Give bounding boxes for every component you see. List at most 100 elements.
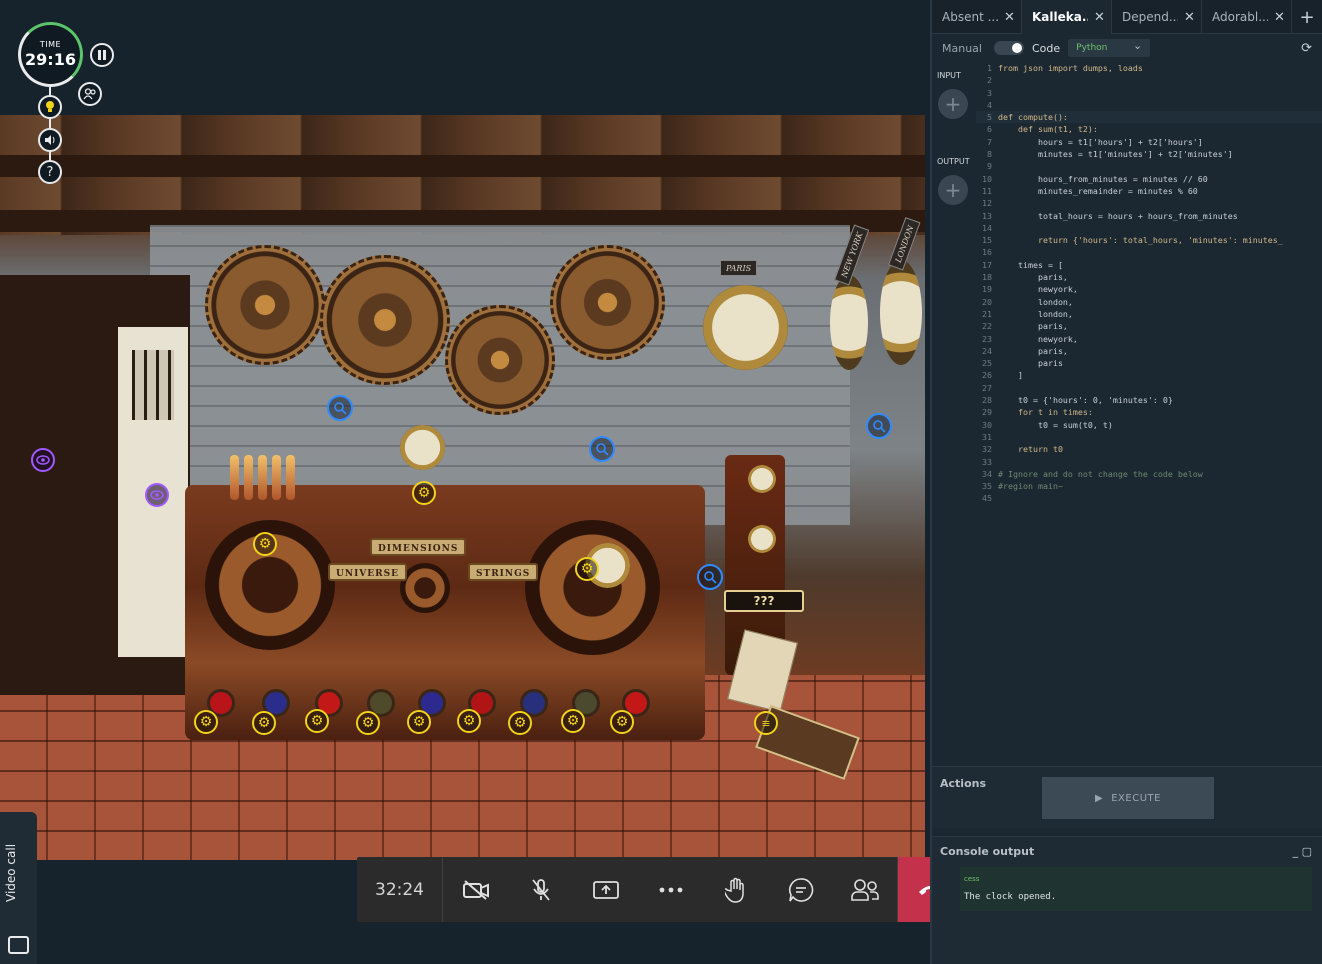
code-line[interactable]: 10 hours_from_minutes = minutes // 60: [976, 173, 1322, 185]
share-screen-button[interactable]: [573, 857, 638, 922]
code-line[interactable]: 33: [976, 456, 1322, 468]
code-text: return t0: [998, 444, 1063, 455]
code-line[interactable]: 5 def compute():: [976, 111, 1322, 124]
line-number: 31: [982, 431, 992, 442]
right-dial: [525, 520, 660, 655]
gear-hotspot[interactable]: ⚙: [253, 532, 277, 556]
search-hotspot[interactable]: [327, 395, 353, 421]
code-line[interactable]: 1 from json import dumps, loads: [976, 62, 1322, 74]
tab-adorabl[interactable]: Adorabl... ✕: [1202, 0, 1292, 34]
tab-depend[interactable]: Depend... ✕: [1112, 0, 1202, 34]
magnifier-icon: [873, 420, 886, 433]
gear-hotspot[interactable]: ⚙: [194, 710, 218, 734]
machine-clock: [400, 425, 445, 470]
gear-hotspot[interactable]: ⚙: [508, 711, 532, 735]
code-line[interactable]: 6 def sum(t1, t2):: [976, 123, 1322, 135]
code-line[interactable]: 19 newyork,: [976, 283, 1322, 295]
gear-hotspot[interactable]: ⚙: [457, 709, 481, 733]
gear-hotspot[interactable]: ⚙: [252, 711, 276, 735]
gear-hotspot[interactable]: ⚙: [305, 709, 329, 733]
participants-button[interactable]: [833, 857, 898, 922]
code-line[interactable]: 21 london,: [976, 308, 1322, 320]
code-line[interactable]: 29 for t in times:: [976, 406, 1322, 418]
code-line[interactable]: 12: [976, 197, 1322, 209]
team-button[interactable]: [78, 82, 102, 106]
code-line[interactable]: 23 newyork,: [976, 333, 1322, 345]
gear-hotspot[interactable]: ⚙: [407, 710, 431, 734]
code-line[interactable]: 14: [976, 222, 1322, 234]
code-line[interactable]: 35 #region main~: [976, 480, 1322, 492]
eye-hotspot[interactable]: [145, 483, 169, 507]
gear-hotspot[interactable]: ⚙: [610, 710, 634, 734]
code-line[interactable]: 24 paris,: [976, 345, 1322, 357]
code-line[interactable]: 31: [976, 431, 1322, 443]
add-input-button[interactable]: +: [938, 89, 968, 119]
code-line[interactable]: 17 times = [: [976, 259, 1322, 271]
camera-toggle-button[interactable]: [443, 857, 508, 922]
add-output-button[interactable]: +: [938, 175, 968, 205]
coins-hotspot[interactable]: ≡: [754, 711, 778, 735]
code-line[interactable]: 15 return {'hours': total_hours, 'minute…: [976, 234, 1322, 246]
wall-gear: [445, 305, 555, 415]
code-line[interactable]: 9: [976, 160, 1322, 172]
code-line[interactable]: 32 return t0: [976, 443, 1322, 455]
add-tab-button[interactable]: +: [1292, 0, 1322, 34]
code-line[interactable]: 25 paris: [976, 357, 1322, 369]
code-line[interactable]: 11 minutes_remainder = minutes % 60: [976, 185, 1322, 197]
code-line[interactable]: 4: [976, 99, 1322, 111]
gear-hotspot[interactable]: ⚙: [412, 481, 436, 505]
code-line[interactable]: 7 hours = t1['hours'] + t2['hours']: [976, 136, 1322, 148]
output-label: OUTPUT: [937, 157, 970, 166]
code-editor[interactable]: 1 from json import dumps, loads 2 3 4 5 def co…: [976, 62, 1322, 759]
execute-button[interactable]: ▶ EXECUTE: [1042, 777, 1214, 819]
code-line[interactable]: 13 total_hours = hours + hours_from_minu…: [976, 210, 1322, 222]
code-line[interactable]: 22 paris,: [976, 320, 1322, 332]
code-line[interactable]: 27: [976, 382, 1322, 394]
sound-button[interactable]: [38, 128, 62, 152]
gear-hotspot[interactable]: ⚙: [575, 557, 599, 581]
glass-tube: [244, 455, 253, 500]
search-hotspot[interactable]: [866, 413, 892, 439]
code-line[interactable]: 34 # Ignore and do not change the code be…: [976, 468, 1322, 480]
line-number: 28: [982, 395, 992, 406]
tab-absent[interactable]: Absent ... ✕: [932, 0, 1022, 34]
video-call-tab[interactable]: Video call: [0, 812, 37, 964]
pause-button[interactable]: [90, 43, 114, 67]
escape-room-scene: DIMENSIONS UNIVERSE STRINGS ??? PARIS NE…: [0, 115, 925, 860]
code-line[interactable]: 20 london,: [976, 296, 1322, 308]
code-line[interactable]: 18 paris,: [976, 271, 1322, 283]
code-line[interactable]: 30 t0 = sum(t0, t): [976, 419, 1322, 431]
raise-hand-button[interactable]: [703, 857, 768, 922]
hint-button[interactable]: [38, 95, 62, 119]
code-line[interactable]: 16: [976, 246, 1322, 258]
close-icon[interactable]: ✕: [1274, 10, 1285, 25]
code-line[interactable]: 2: [976, 74, 1322, 86]
code-line[interactable]: 45: [976, 492, 1322, 504]
close-icon[interactable]: ✕: [1184, 10, 1195, 25]
code-text: paris,: [998, 272, 1068, 283]
code-line[interactable]: 28 t0 = {'hours': 0, 'minutes': 0}: [976, 394, 1322, 406]
help-button[interactable]: ?: [38, 160, 62, 184]
line-number: 12: [982, 198, 992, 209]
search-hotspot[interactable]: [589, 436, 615, 462]
tab-kalleka[interactable]: Kalleka... ✕: [1022, 0, 1112, 34]
mic-toggle-button[interactable]: [508, 857, 573, 922]
code-line[interactable]: 26 ]: [976, 369, 1322, 381]
more-options-button[interactable]: [638, 857, 703, 922]
eye-hotspot[interactable]: [31, 448, 55, 472]
language-select[interactable]: Python: [1068, 39, 1151, 57]
window-controls-icon[interactable]: _ ▢: [1293, 845, 1312, 858]
gear-hotspot[interactable]: ⚙: [561, 709, 585, 733]
gear-hotspot[interactable]: ⚙: [356, 711, 380, 735]
code-line[interactable]: 8 minutes = t1['minutes'] + t2['minutes'…: [976, 148, 1322, 160]
code-line[interactable]: 3: [976, 87, 1322, 99]
ceiling-beam: [0, 155, 925, 177]
manual-code-toggle[interactable]: [993, 41, 1024, 55]
refresh-icon[interactable]: ⟳: [1301, 41, 1312, 56]
search-hotspot[interactable]: [697, 564, 723, 590]
chat-button[interactable]: [768, 857, 833, 922]
hang-up-button[interactable]: [898, 857, 930, 922]
close-icon[interactable]: ✕: [1094, 10, 1105, 25]
timer-label: TIME: [39, 40, 62, 49]
close-icon[interactable]: ✕: [1004, 10, 1015, 25]
